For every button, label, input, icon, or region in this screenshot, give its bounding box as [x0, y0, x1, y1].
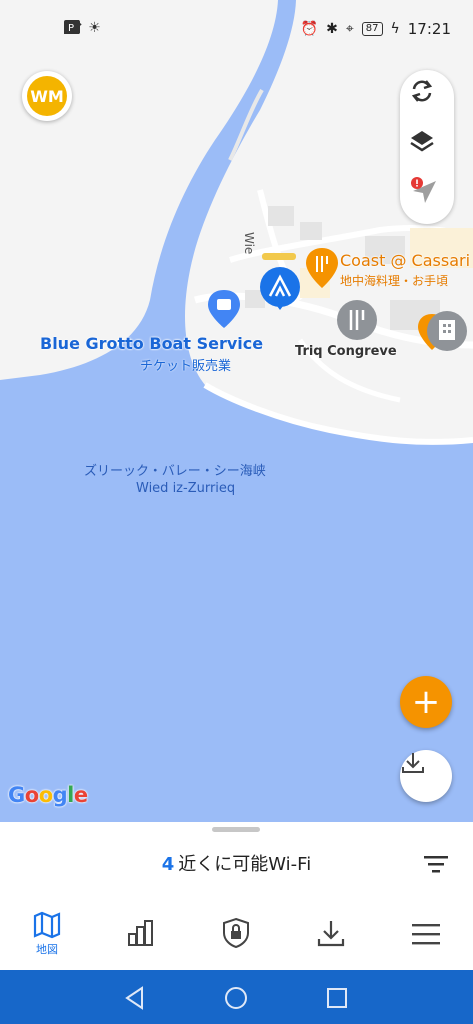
brightness-icon: ☀ — [88, 20, 101, 36]
system-nav-bar — [0, 970, 473, 1024]
coast-label[interactable]: Coast @ Cassari — [340, 251, 470, 270]
sheet-drag-handle[interactable] — [212, 827, 260, 832]
nav-stats[interactable] — [94, 898, 188, 970]
bottom-nav: 地図 — [0, 898, 473, 970]
layers-icon — [410, 131, 434, 152]
nav-menu[interactable] — [379, 898, 473, 970]
battery-level: 87 — [361, 22, 383, 36]
download-map-button[interactable] — [400, 750, 452, 802]
boat-service-label[interactable]: Blue Grotto Boat Service — [40, 334, 263, 353]
map-view[interactable]: Blue Grotto Boat Service チケット販売業 Coast @… — [0, 0, 473, 822]
recents-icon[interactable] — [324, 985, 350, 1011]
menu-icon — [412, 924, 440, 945]
nav-vpn[interactable] — [189, 898, 283, 970]
stats-icon — [128, 920, 153, 946]
layers-button[interactable] — [409, 128, 445, 164]
street-label: Triq Congreve — [295, 344, 397, 359]
refresh-button[interactable] — [409, 78, 445, 114]
refresh-icon — [411, 80, 433, 102]
map-icon — [33, 911, 61, 939]
charging-icon: ϟ — [390, 21, 400, 37]
download-icon — [402, 753, 424, 773]
locate-icon — [411, 177, 436, 203]
nav-map[interactable]: 地図 — [0, 898, 94, 970]
locate-button[interactable] — [409, 176, 445, 212]
google-logo: Google — [8, 783, 88, 807]
sheet-title: 4 近くに可能Wi-Fi — [0, 850, 473, 876]
nav-map-label: 地図 — [36, 943, 58, 956]
strait-label-ja: ズリーック・バレー・シー海峡 — [84, 464, 266, 479]
street-vertical-label: Wie — [242, 232, 256, 255]
app-logo-icon: WM — [27, 76, 67, 116]
status-bar: HD ☀ P ⏰ ✱ ⌖ 87 ϟ 17:21 — [0, 0, 473, 60]
sheet-title-text: 近くに可能Wi-Fi — [178, 854, 312, 875]
add-button[interactable]: + — [400, 676, 452, 728]
nav-downloads[interactable] — [284, 898, 378, 970]
map-tools-panel — [400, 70, 454, 224]
filter-icon[interactable] — [422, 852, 450, 876]
app-logo-button[interactable]: WM — [22, 71, 72, 121]
home-icon[interactable] — [223, 985, 249, 1011]
clock: 17:21 — [407, 20, 451, 38]
location-status-icon: ⌖ — [345, 21, 354, 37]
bluetooth-icon: ✱ — [326, 21, 338, 37]
nearby-wifi-sheet[interactable]: 4 近くに可能Wi-Fi — [0, 822, 473, 899]
svg-text:P: P — [68, 23, 74, 34]
wifi-count: 4 — [161, 854, 175, 875]
app-notify-icon: P — [64, 20, 80, 34]
shield-lock-icon — [223, 917, 249, 949]
alarm-icon: ⏰ — [300, 21, 319, 37]
coast-sub: 地中海料理・お手頃 — [340, 274, 449, 288]
strait-label-local: Wied iz-Zurrieq — [136, 481, 236, 496]
download-icon — [317, 921, 345, 947]
back-icon[interactable] — [122, 985, 148, 1011]
boat-service-sub: チケット販売業 — [140, 359, 232, 374]
